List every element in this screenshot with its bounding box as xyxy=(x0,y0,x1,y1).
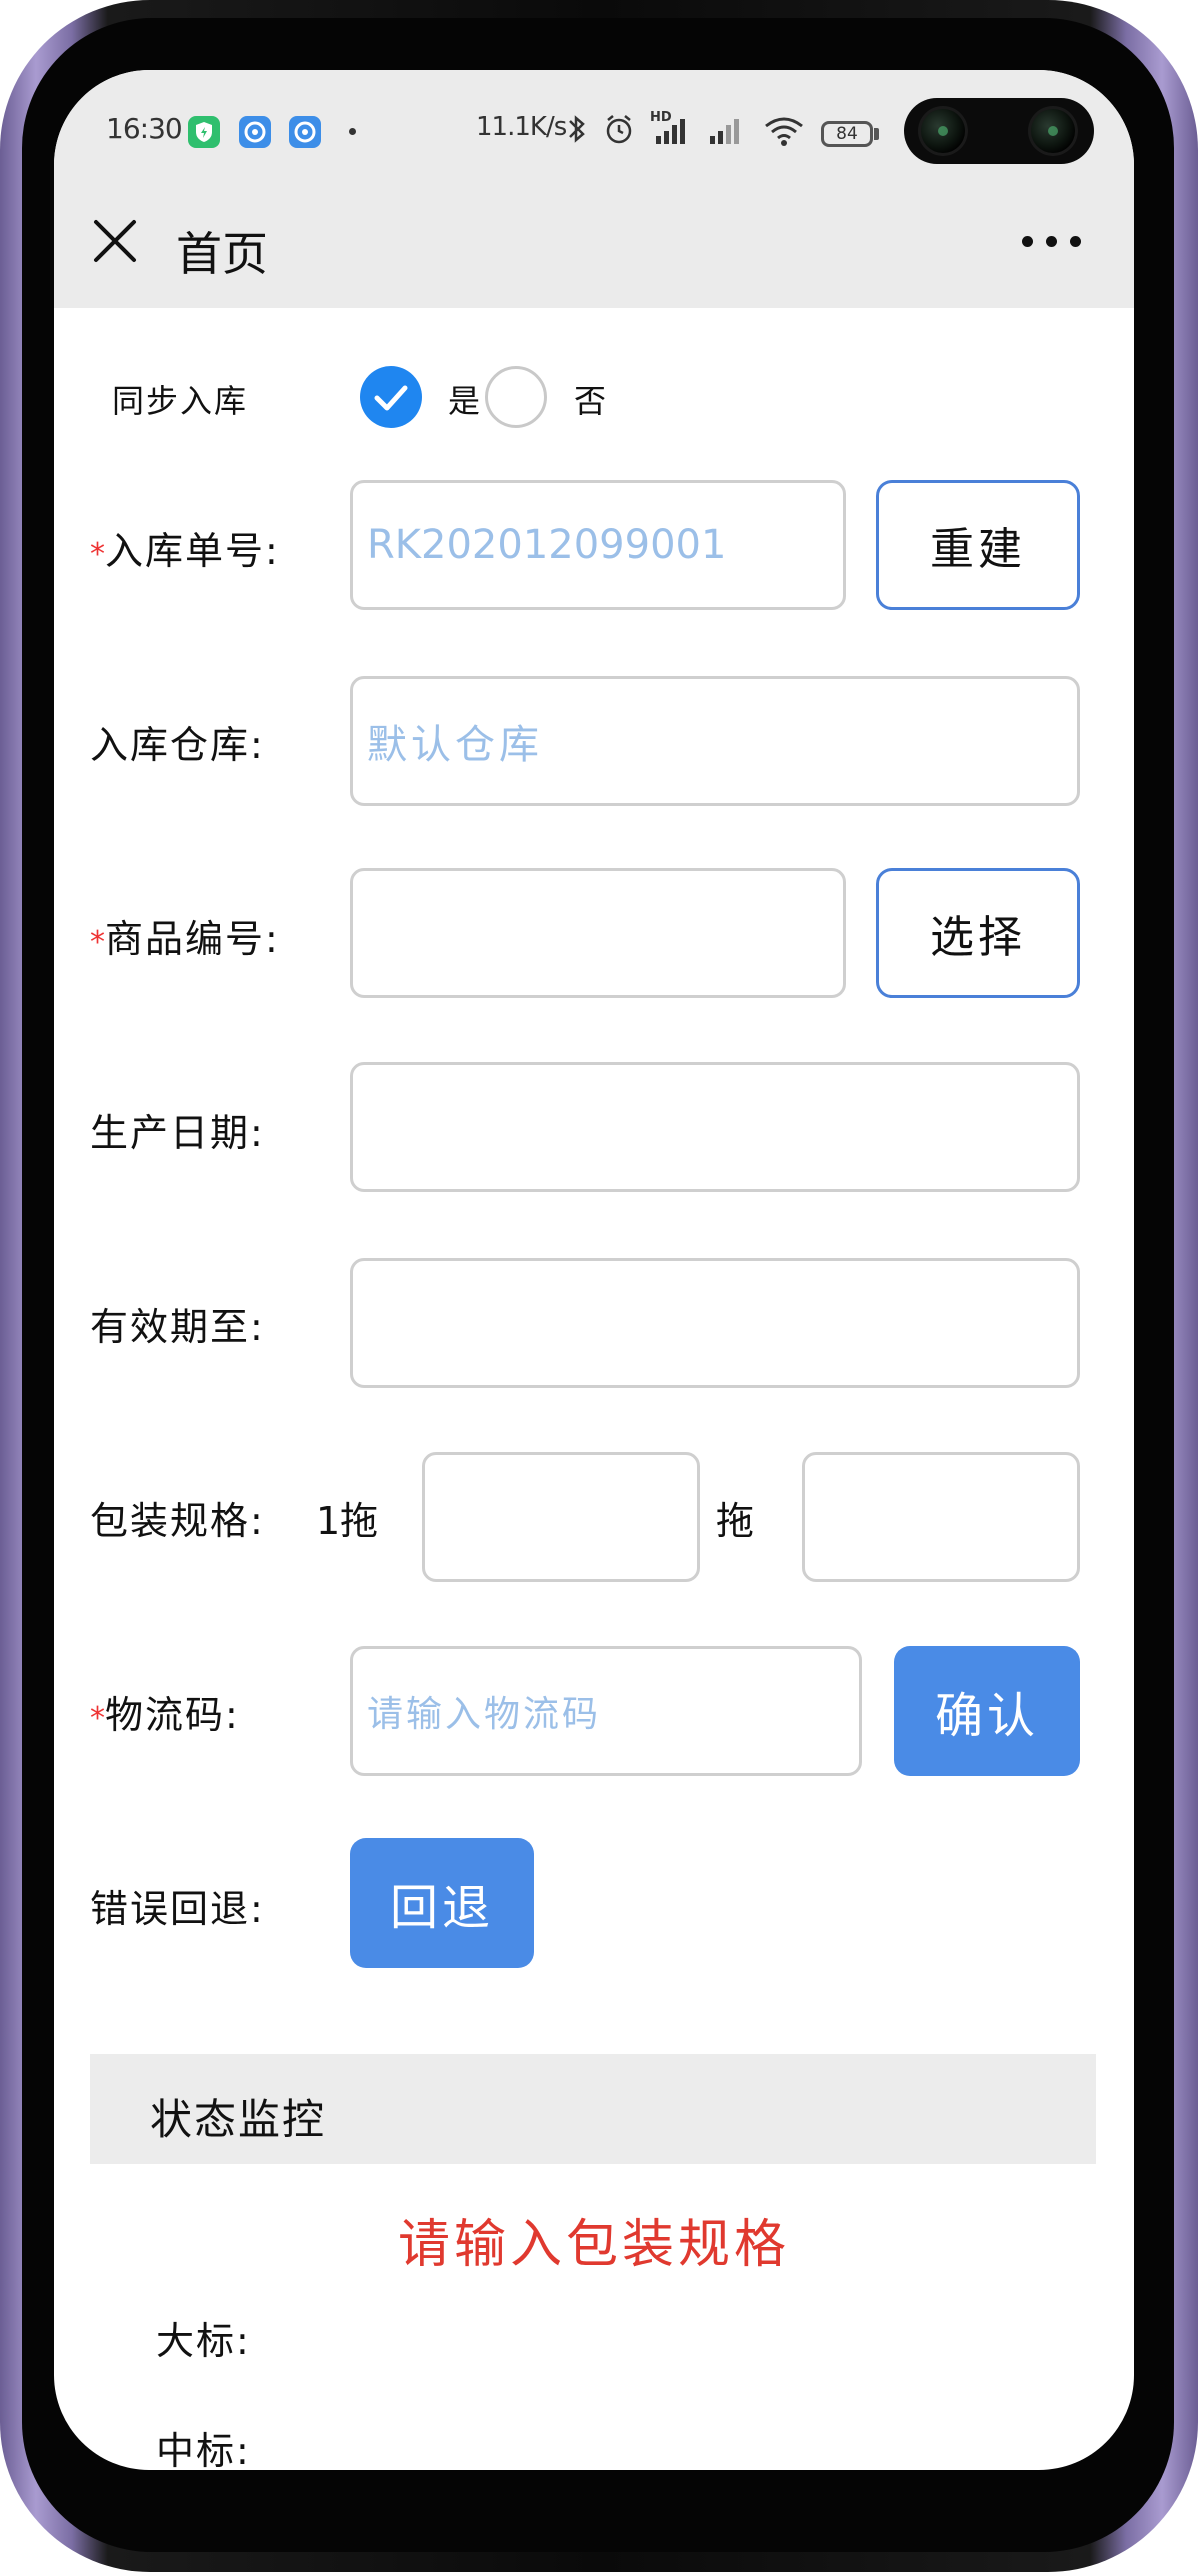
monitor-title: 状态监控 xyxy=(150,2095,327,2144)
packing-prefix: 1拖 xyxy=(316,1499,379,1543)
sync-no-label: 否 xyxy=(574,382,609,420)
required-mark: * xyxy=(90,1701,105,1736)
wifi-icon xyxy=(762,114,806,152)
logistics-label-text: 物流码: xyxy=(105,1693,240,1737)
network-speed: 11.1K/s xyxy=(476,112,567,142)
select-button[interactable]: 选择 xyxy=(876,868,1080,998)
battery-icon: 84 xyxy=(821,121,873,147)
rollback-label: 错误回退: xyxy=(90,1887,265,1931)
alarm-icon xyxy=(602,112,636,153)
sync-app-icon-2 xyxy=(289,116,321,148)
bluetooth-icon xyxy=(564,112,590,153)
status-time: 16:30 xyxy=(106,112,183,145)
rebuild-button[interactable]: 重建 xyxy=(876,480,1080,610)
signal-icon xyxy=(704,114,748,150)
hd-signal-icon: HD xyxy=(650,110,694,150)
sync-yes-label: 是 xyxy=(448,382,483,420)
hd-label: HD xyxy=(650,110,672,125)
screen: 16:30 11.1K/s HD 84 首页 同步入库 是 否 *入库单号: R… xyxy=(54,70,1134,2470)
battery-tip xyxy=(874,128,879,140)
close-icon[interactable] xyxy=(90,216,140,266)
logistics-placeholder: 请输入物流码 xyxy=(367,1694,602,1735)
logistics-input[interactable]: 请输入物流码 xyxy=(350,1646,862,1776)
expiry-input[interactable] xyxy=(350,1258,1080,1388)
sync-no-radio[interactable] xyxy=(485,366,547,428)
shield-app-icon xyxy=(188,116,220,148)
required-mark: * xyxy=(90,537,105,572)
page-title: 首页 xyxy=(176,227,268,281)
nav-bar: 首页 xyxy=(54,170,1134,308)
camera-lens-left xyxy=(918,106,968,156)
check-icon xyxy=(374,385,408,411)
production-date-input[interactable] xyxy=(350,1062,1080,1192)
monitor-message: 请输入包装规格 xyxy=(397,2215,790,2275)
production-date-label: 生产日期: xyxy=(90,1111,265,1155)
notification-dot xyxy=(349,128,356,135)
product-code-input[interactable] xyxy=(350,868,846,998)
packing-qty-1-input[interactable] xyxy=(422,1452,700,1582)
mid-label: 中标: xyxy=(156,2429,251,2470)
warehouse-input[interactable]: 默认仓库 xyxy=(350,676,1080,806)
logistics-label: *物流码: xyxy=(90,1684,240,1739)
expiry-label: 有效期至: xyxy=(90,1305,265,1349)
sync-app-icon xyxy=(239,116,271,148)
packing-mid: 拖 xyxy=(716,1499,757,1543)
sync-label: 同步入库 xyxy=(112,382,249,420)
order-no-input[interactable]: RK202012099001 xyxy=(350,480,846,610)
required-mark: * xyxy=(90,925,105,960)
order-no-value: RK202012099001 xyxy=(367,522,727,568)
product-code-label-text: 商品编号: xyxy=(105,917,280,961)
packing-qty-2-input[interactable] xyxy=(802,1452,1080,1582)
warehouse-label: 入库仓库: xyxy=(90,723,265,767)
sync-yes-radio[interactable] xyxy=(360,366,422,428)
big-label: 大标: xyxy=(156,2319,251,2363)
packing-label: 包装规格: xyxy=(90,1499,265,1543)
order-no-label: *入库单号: xyxy=(90,520,280,575)
front-camera xyxy=(904,98,1094,164)
confirm-button[interactable]: 确认 xyxy=(894,1646,1080,1776)
warehouse-placeholder: 默认仓库 xyxy=(367,722,543,768)
order-no-label-text: 入库单号: xyxy=(105,529,280,573)
camera-lens-right xyxy=(1028,106,1078,156)
status-bar: 16:30 11.1K/s HD 84 xyxy=(54,70,1134,170)
product-code-label: *商品编号: xyxy=(90,908,280,963)
more-icon[interactable] xyxy=(1022,236,1082,248)
rollback-button[interactable]: 回退 xyxy=(350,1838,534,1968)
